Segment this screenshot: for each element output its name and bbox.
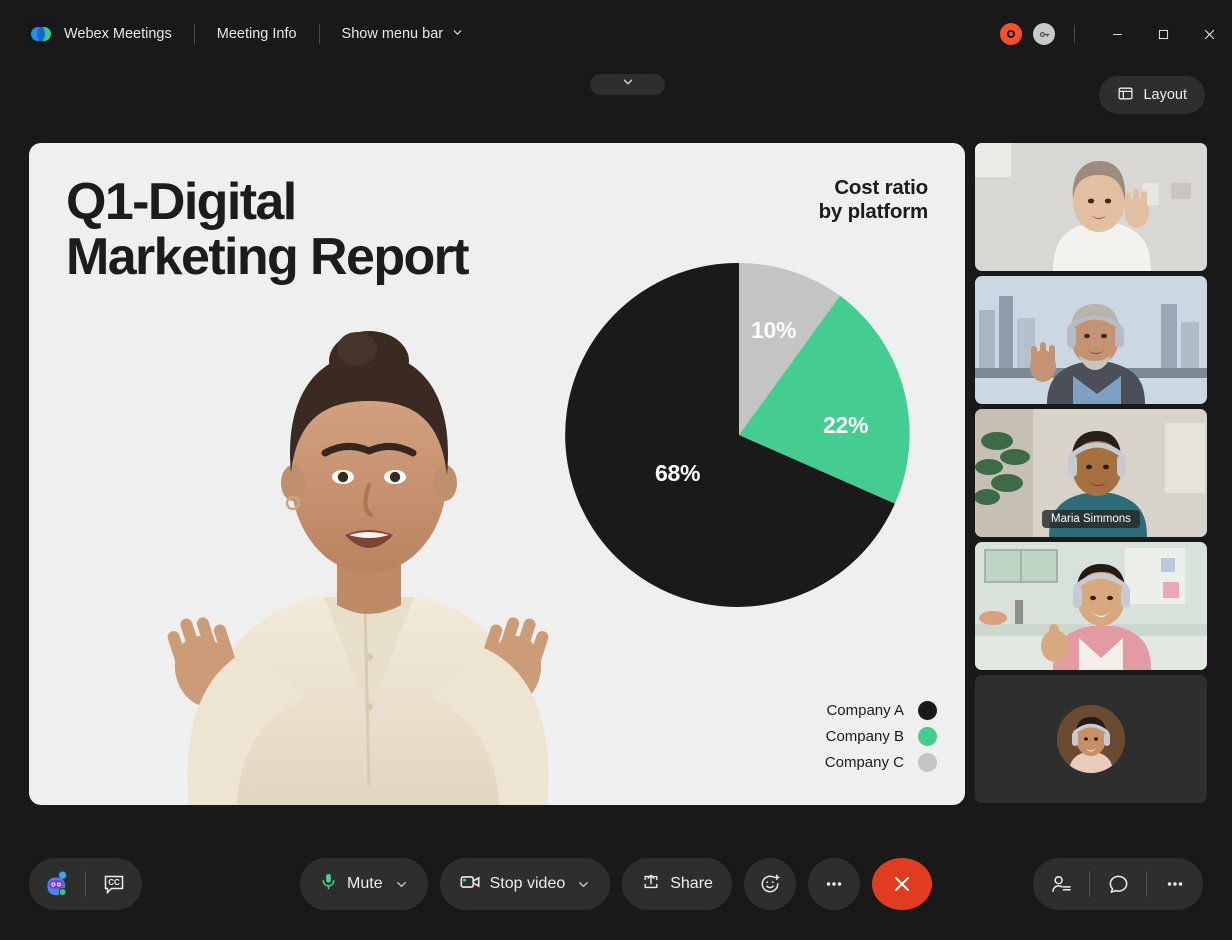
show-menu-bar-label: Show menu bar xyxy=(342,26,444,42)
chart-legend: Company A Company B Company C xyxy=(825,701,937,779)
more-horizontal-icon xyxy=(823,873,845,895)
camera-icon xyxy=(459,871,481,898)
avatar-photo xyxy=(1057,705,1125,773)
layout-label: Layout xyxy=(1143,87,1187,103)
legend-item-company-c: Company C xyxy=(825,753,937,772)
title-bar-left: Webex Meetings Meeting Info Show menu ba… xyxy=(0,21,464,47)
legend-label-company-c: Company C xyxy=(825,754,904,771)
participant-tile-1[interactable] xyxy=(975,143,1207,271)
stop-video-label: Stop video xyxy=(490,875,566,893)
more-horizontal-icon xyxy=(1164,873,1186,895)
reactions-button[interactable] xyxy=(744,858,796,910)
layout-grid-icon xyxy=(1117,85,1134,106)
layout-button[interactable]: Layout xyxy=(1099,76,1205,114)
legend-swatch-company-a xyxy=(918,701,937,720)
maximize-button[interactable] xyxy=(1140,12,1186,56)
chat-bubble-icon xyxy=(1107,873,1130,896)
participant-tile-4[interactable] xyxy=(975,542,1207,670)
more-options-button[interactable] xyxy=(1147,858,1203,910)
legend-swatch-company-b xyxy=(918,727,937,746)
mute-button[interactable]: Mute xyxy=(300,858,428,910)
title-bar: Webex Meetings Meeting Info Show menu ba… xyxy=(0,0,1232,68)
participants-button[interactable] xyxy=(1033,858,1089,910)
app-title: Webex Meetings xyxy=(64,26,172,42)
share-label: Share xyxy=(670,875,713,893)
legend-label-company-b: Company B xyxy=(826,728,904,745)
participants-icon xyxy=(1050,873,1073,896)
legend-item-company-b: Company B xyxy=(825,727,937,746)
participant-tile-2[interactable] xyxy=(975,276,1207,404)
avatar xyxy=(1057,705,1125,773)
pie-label-company-c: 10% xyxy=(751,317,796,344)
pie-chart: 10% 22% 68% xyxy=(559,255,934,615)
mute-dropdown-chevron-down-icon[interactable] xyxy=(394,877,409,892)
participant-name-label: Maria Simmons xyxy=(1042,510,1140,528)
more-controls-button[interactable] xyxy=(808,858,860,910)
divider xyxy=(319,24,320,44)
webex-meeting-window: Webex Meetings Meeting Info Show menu ba… xyxy=(0,0,1232,940)
chat-button[interactable] xyxy=(1090,858,1146,910)
collapse-panel-button[interactable] xyxy=(590,74,665,95)
participant-video-2 xyxy=(975,276,1207,404)
shared-content-stage[interactable]: Q1-Digital Marketing Report Cost ratio b… xyxy=(29,143,965,805)
mute-label: Mute xyxy=(347,875,383,893)
webex-logo-icon xyxy=(28,21,54,47)
legend-label-company-a: Company A xyxy=(826,702,904,719)
reactions-smiley-icon xyxy=(759,873,781,895)
chevron-down-icon xyxy=(451,26,464,43)
close-button[interactable] xyxy=(1186,12,1232,56)
share-button[interactable]: Share xyxy=(622,858,732,910)
meeting-info-menu[interactable]: Meeting Info xyxy=(217,26,297,42)
divider xyxy=(1074,25,1075,43)
microphone-icon xyxy=(319,872,338,896)
chart-title: Cost ratio by platform xyxy=(819,176,928,224)
meeting-key-icon[interactable] xyxy=(1033,23,1055,45)
participant-video-1 xyxy=(975,143,1207,271)
participant-tile-5[interactable] xyxy=(975,675,1207,803)
participant-tile-3[interactable]: Maria Simmons xyxy=(975,409,1207,537)
divider xyxy=(194,24,195,44)
show-menu-bar-menu[interactable]: Show menu bar xyxy=(342,26,465,43)
end-call-button[interactable] xyxy=(872,858,932,910)
video-dropdown-chevron-down-icon[interactable] xyxy=(576,877,591,892)
minimize-button[interactable] xyxy=(1094,12,1140,56)
chevron-down-icon xyxy=(621,75,635,94)
right-control-group xyxy=(1033,858,1203,910)
stop-video-button[interactable]: Stop video xyxy=(440,858,611,910)
legend-item-company-a: Company A xyxy=(825,701,937,720)
end-call-x-icon xyxy=(890,872,914,896)
pie-label-company-a: 68% xyxy=(655,460,700,487)
participant-filmstrip: Maria Simmons xyxy=(975,143,1207,805)
title-bar-right xyxy=(1000,12,1232,56)
participant-video-4 xyxy=(975,542,1207,670)
meeting-controls-bar: CC Mute xyxy=(0,828,1232,940)
meeting-info-label: Meeting Info xyxy=(217,26,297,42)
recording-indicator-icon[interactable] xyxy=(1000,23,1022,45)
pie-label-company-b: 22% xyxy=(823,412,868,439)
legend-swatch-company-c xyxy=(918,753,937,772)
share-upload-icon xyxy=(641,872,661,897)
